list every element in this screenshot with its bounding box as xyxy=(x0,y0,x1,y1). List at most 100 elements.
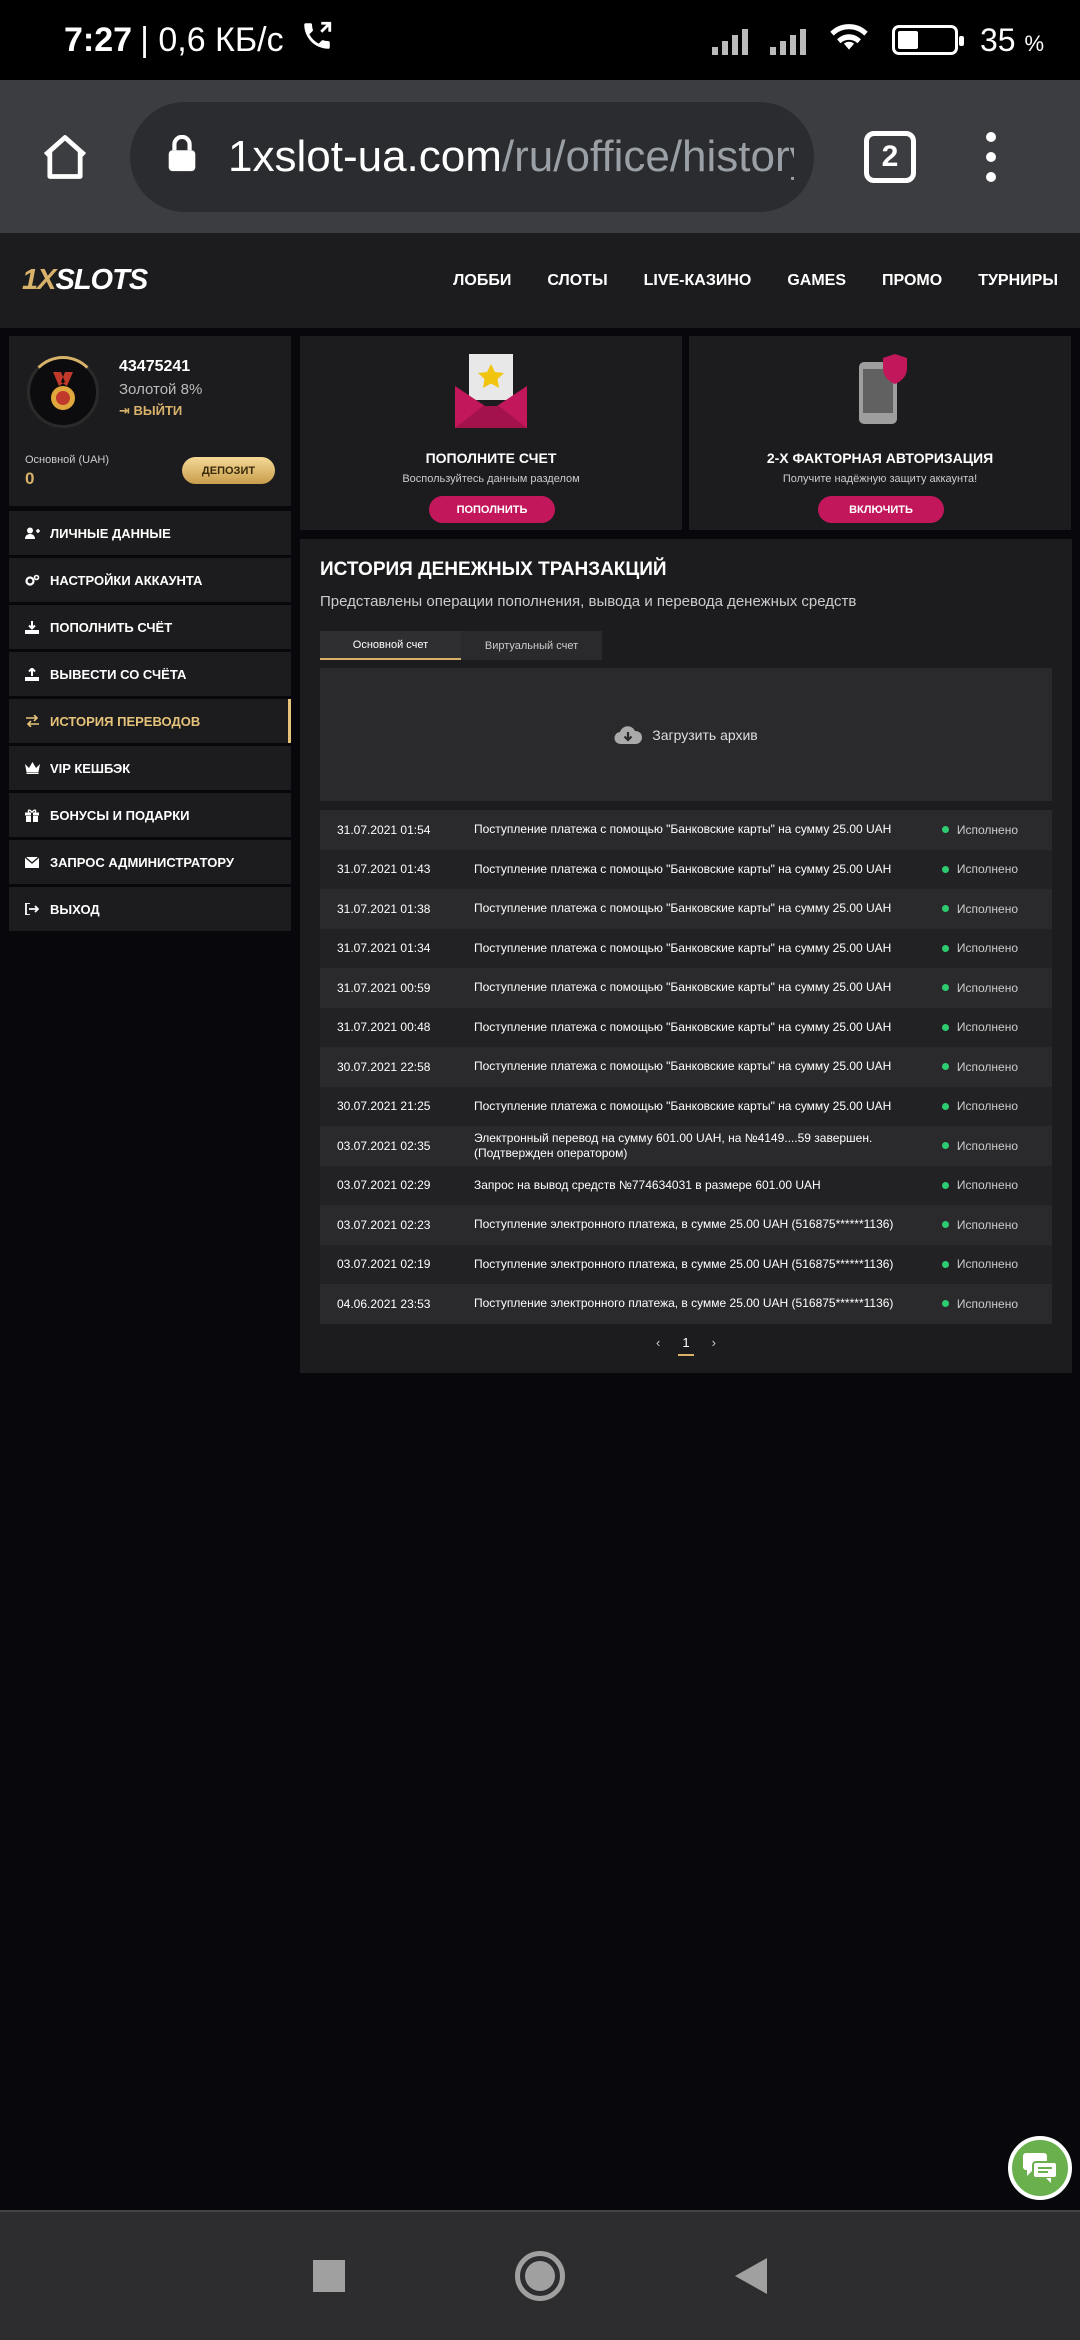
table-row: 31.07.2021 00:48 Поступление платежа с по… xyxy=(320,1007,1052,1047)
address-bar[interactable]: 1xslot-ua.com/ru/office/history xyxy=(130,101,814,212)
balance-value: 0 xyxy=(25,469,35,488)
home-nav-button[interactable] xyxy=(515,2251,565,2301)
nav-lobby[interactable]: ЛОББИ xyxy=(453,272,511,290)
download-icon xyxy=(24,620,40,634)
system-nav-bar xyxy=(0,2210,1080,2340)
status-dot-icon xyxy=(941,1260,949,1268)
menu-item-vip-cashback[interactable]: VIP КЕШБЭК xyxy=(9,746,291,790)
promo-title: 2-Х ФАКТОРНАЯ АВТОРИЗАЦИЯ xyxy=(766,450,994,466)
menu-item-exit[interactable]: ВЫХОД xyxy=(9,887,291,931)
table-row: 30.07.2021 21:25 Поступление платежа с по… xyxy=(320,1086,1052,1126)
phone-shield-icon xyxy=(859,354,907,424)
table-row: 04.06.2021 23:53 Поступление электронного… xyxy=(320,1284,1052,1324)
status-dot-icon xyxy=(941,1063,949,1071)
status-left: 7:27 | 0,6 КБ/с xyxy=(64,19,334,62)
main-nav: ЛОББИ СЛОТЫ LIVE-КАЗИНО GAMES ПРОМО ТУРН… xyxy=(453,272,1058,290)
status-dot-icon xyxy=(941,1181,949,1189)
signal-icon xyxy=(711,25,748,55)
balance-label: Основной (UAH) xyxy=(25,454,110,466)
battery-icon xyxy=(891,25,964,55)
status-bar: 7:27 | 0,6 КБ/с 35 % xyxy=(0,0,1080,80)
status-dot-icon xyxy=(941,865,949,873)
enable-2fa-button[interactable]: ВКЛЮЧИТЬ xyxy=(818,496,944,523)
upload-icon xyxy=(24,667,40,681)
status-right: 35 % xyxy=(711,19,1044,61)
user-id: 43475241 xyxy=(119,358,191,375)
transactions-table: 31.07.2021 01:54 Поступление платежа с по… xyxy=(320,810,1052,1324)
nav-games[interactable]: GAMES xyxy=(787,272,846,290)
sign-out-icon xyxy=(24,903,40,915)
current-page[interactable]: 1 xyxy=(678,1335,694,1356)
menu-item-withdraw[interactable]: ВЫВЕСТИ СО СЧЁТА xyxy=(9,652,291,696)
table-row: 30.07.2021 22:58 Поступление платежа с по… xyxy=(320,1047,1052,1087)
account-tabs: Основной счет Виртуальный счет xyxy=(320,631,602,660)
tab-switcher-button[interactable]: 2 xyxy=(864,130,916,183)
replenish-button[interactable]: ПОПОЛНИТЬ xyxy=(429,496,555,523)
menu-item-transfer-history[interactable]: ИСТОРИЯ ПЕРЕВОДОВ xyxy=(9,699,291,743)
table-row: 31.07.2021 01:34 Поступление платежа с по… xyxy=(320,928,1052,968)
envelope-star-icon xyxy=(455,354,527,428)
wifi-icon xyxy=(828,19,870,61)
table-row: 31.07.2021 01:38 Поступление платежа с по… xyxy=(320,889,1052,929)
nav-promo[interactable]: ПРОМО xyxy=(882,272,942,290)
tab-virtual-account[interactable]: Виртуальный счет xyxy=(461,631,602,660)
status-dot-icon xyxy=(941,944,949,952)
menu-item-bonuses[interactable]: БОНУСЫ И ПОДАРКИ xyxy=(9,793,291,837)
chat-icon xyxy=(1023,2153,1057,2183)
transaction-history-panel: ИСТОРИЯ ДЕНЕЖНЫХ ТРАНЗАКЦИЙ Представлены… xyxy=(300,539,1072,1373)
menu-item-deposit[interactable]: ПОПОЛНИТЬ СЧЁТ xyxy=(9,605,291,649)
status-dot-icon xyxy=(941,1300,949,1308)
support-chat-button[interactable] xyxy=(1008,2136,1072,2200)
tab-main-account[interactable]: Основной счет xyxy=(320,631,461,660)
sign-out-icon: ⇥ xyxy=(119,403,134,418)
page-title: ИСТОРИЯ ДЕНЕЖНЫХ ТРАНЗАКЦИЙ xyxy=(320,559,667,580)
promo-subtitle: Воспользуйтесь данным разделом xyxy=(402,473,580,485)
nav-live-casino[interactable]: LIVE-КАЗИНО xyxy=(644,272,752,290)
status-dot-icon xyxy=(941,1142,949,1150)
table-row: 03.07.2021 02:35 Электронный перевод на с… xyxy=(320,1126,1052,1166)
recents-button[interactable] xyxy=(313,2260,345,2292)
gift-icon xyxy=(24,809,40,822)
battery-fill xyxy=(897,31,918,49)
page-content: 43475241 Золотой 8% ⇥ ВЫЙТИ Основной (UA… xyxy=(0,328,1080,2210)
account-sidebar: 43475241 Золотой 8% ⇥ ВЫЙТИ Основной (UA… xyxy=(9,336,291,934)
logout-link[interactable]: ⇥ ВЫЙТИ xyxy=(119,403,182,419)
menu-item-admin-request[interactable]: ЗАПРОС АДМИНИСТРАТОРУ xyxy=(9,840,291,884)
browser-toolbar: 1xslot-ua.com/ru/office/history 2 xyxy=(0,80,1080,233)
url-host: 1xslot-ua.com xyxy=(228,131,502,181)
battery-percent: 35 % xyxy=(979,21,1044,58)
nav-tournaments[interactable]: ТУРНИРЫ xyxy=(978,272,1058,290)
back-button[interactable] xyxy=(735,2258,767,2294)
lock-icon xyxy=(166,134,198,178)
download-archive-button[interactable]: Загрузить архив xyxy=(320,668,1052,801)
url-path: /ru/office/history xyxy=(501,131,794,181)
menu-item-personal-data[interactable]: ЛИЧНЫЕ ДАННЫЕ xyxy=(9,511,291,555)
site-header: 1XSLOTS ЛОББИ СЛОТЫ LIVE-КАЗИНО GAMES ПР… xyxy=(0,233,1080,328)
user-rank: Золотой 8% xyxy=(119,381,203,398)
home-button[interactable] xyxy=(0,131,130,183)
status-dot-icon xyxy=(941,826,949,834)
menu-item-account-settings[interactable]: НАСТРОЙКИ АККАУНТА xyxy=(9,558,291,602)
deposit-button[interactable]: ДЕПОЗИТ xyxy=(182,457,275,484)
profile-card: 43475241 Золотой 8% ⇥ ВЫЙТИ Основной (UA… xyxy=(9,336,291,506)
page-subtitle: Представлены операции пополнения, вывода… xyxy=(320,593,857,610)
promo-subtitle: Получите надёжную защиту аккаунта! xyxy=(782,473,978,485)
promo-card-2fa: 2-Х ФАКТОРНАЯ АВТОРИЗАЦИЯ Получите надёж… xyxy=(689,336,1071,530)
call-forward-icon xyxy=(300,19,334,62)
promo-title: ПОПОЛНИТЕ СЧЕТ xyxy=(425,450,557,466)
site-logo[interactable]: 1XSLOTS xyxy=(22,264,148,297)
table-row: 31.07.2021 01:54 Поступление платежа с по… xyxy=(320,810,1052,850)
prev-page-button[interactable]: ‹ xyxy=(656,1335,660,1356)
browser-menu-button[interactable] xyxy=(986,131,996,182)
status-dot-icon xyxy=(941,1221,949,1229)
promo-card-deposit: ПОПОЛНИТЕ СЧЕТ Воспользуйтесь данным раз… xyxy=(300,336,682,530)
status-dot-icon xyxy=(941,984,949,992)
table-row: 31.07.2021 01:43 Поступление платежа с по… xyxy=(320,849,1052,889)
exchange-icon xyxy=(24,715,40,727)
envelope-icon xyxy=(24,856,40,868)
table-row: 03.07.2021 02:19 Поступление электронного… xyxy=(320,1244,1052,1284)
nav-slots[interactable]: СЛОТЫ xyxy=(547,272,607,290)
pagination: ‹ 1 › xyxy=(300,1335,1072,1356)
status-time: 7:27 xyxy=(64,20,133,59)
next-page-button[interactable]: › xyxy=(712,1335,716,1356)
